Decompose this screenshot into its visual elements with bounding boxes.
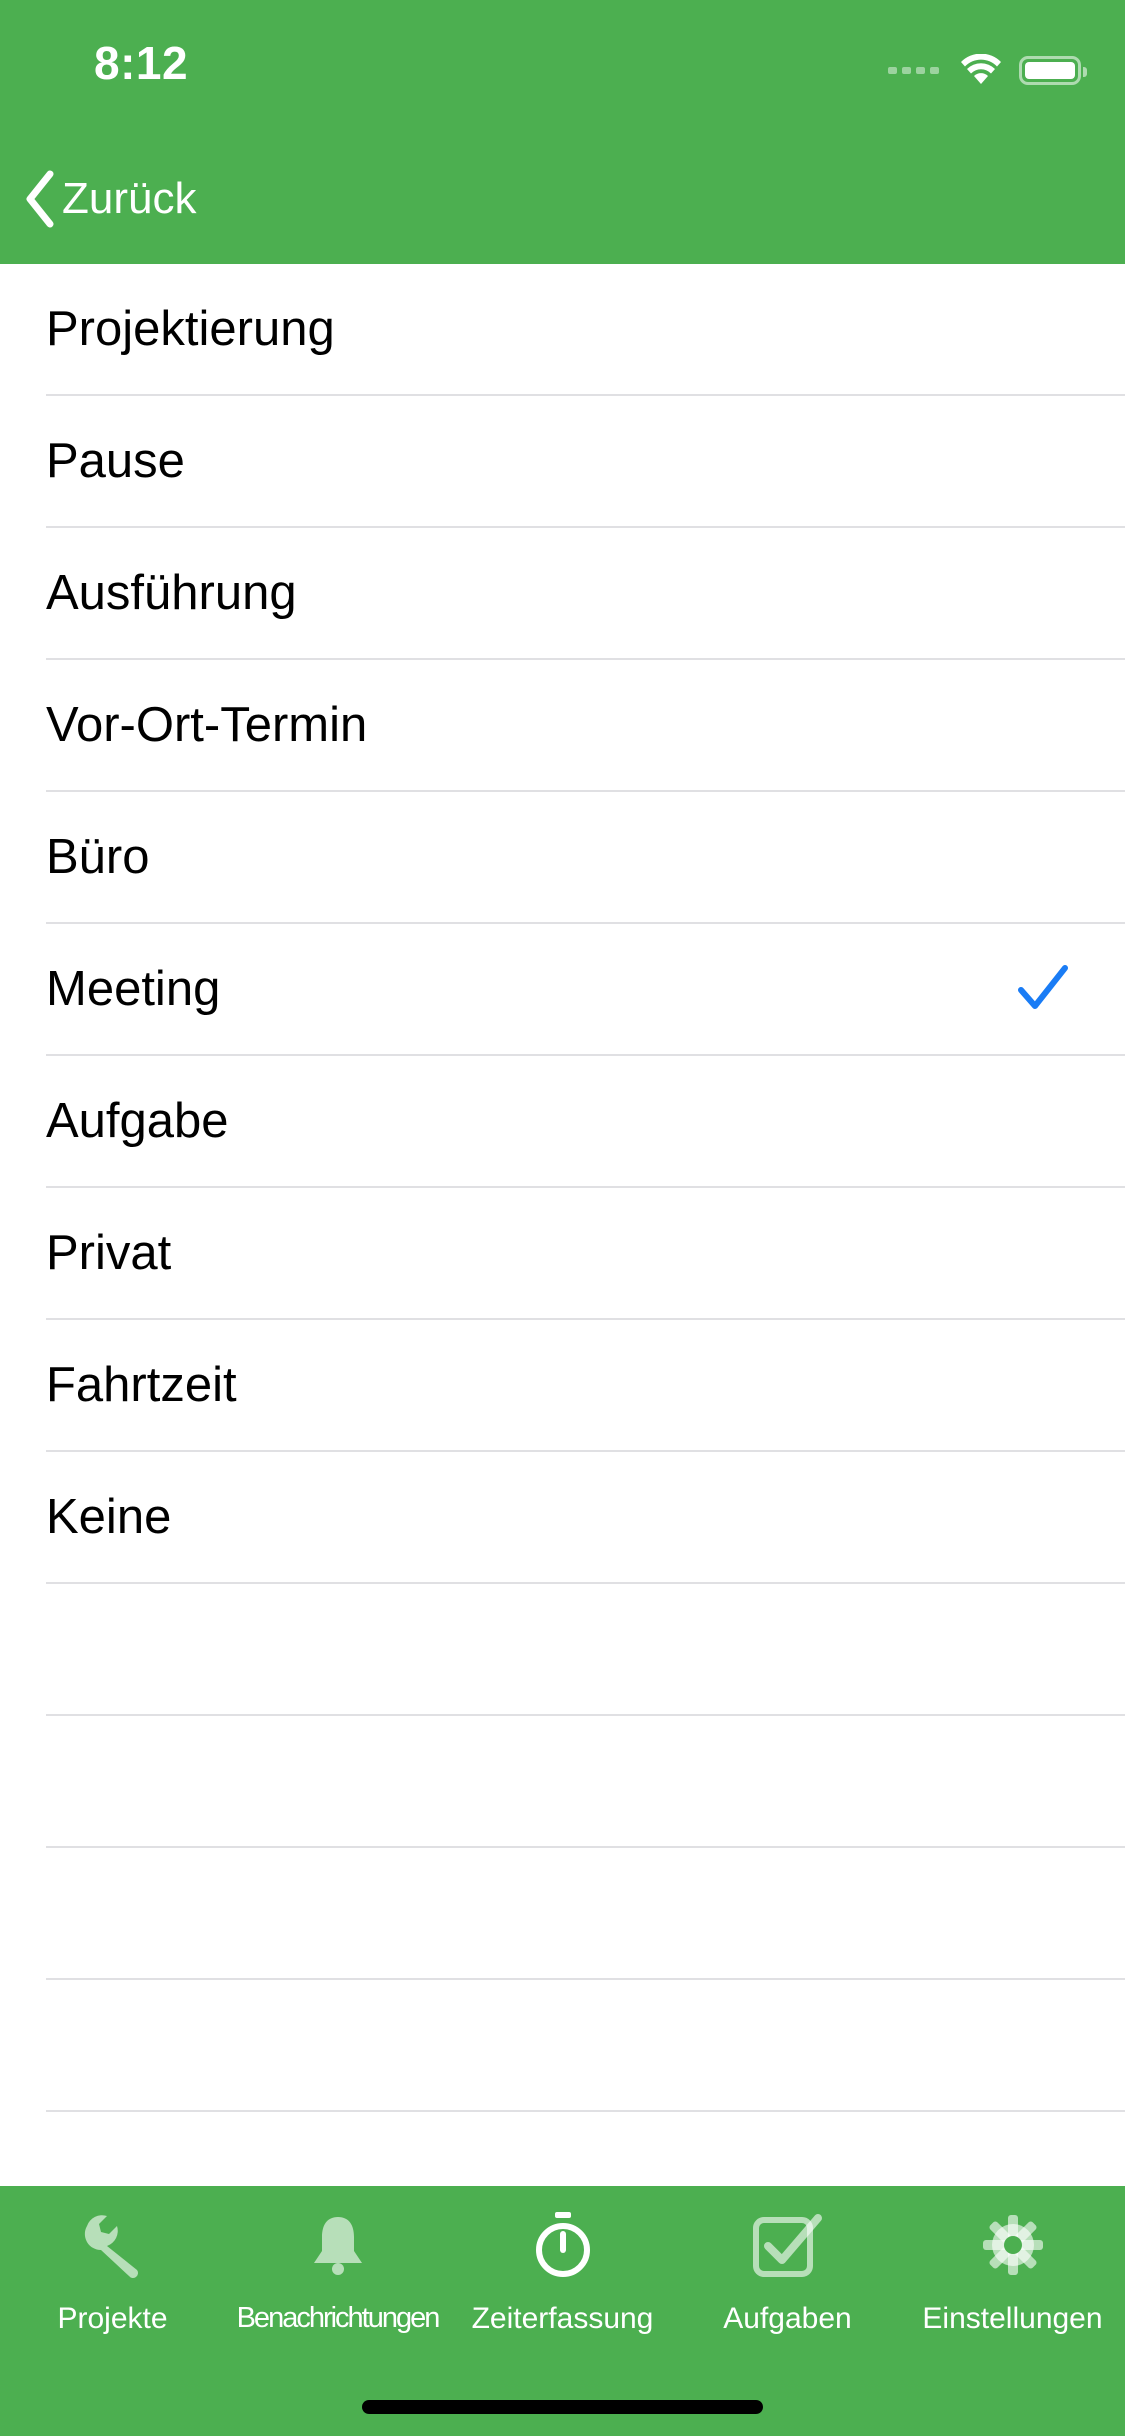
back-button-label: Zurück: [62, 174, 197, 223]
tab-label: Benachrichtungen: [236, 2302, 441, 2334]
list-item-meeting[interactable]: Meeting: [46, 924, 1125, 1056]
back-button[interactable]: Zurück: [24, 166, 196, 232]
list-item-buero[interactable]: Büro: [46, 792, 1125, 924]
empty-row: [46, 1584, 1125, 1716]
empty-row: [46, 1716, 1125, 1848]
tab-benachrichtungen[interactable]: Benachrichtungen: [225, 2210, 450, 2350]
navigation-header: 8:12 Zurück: [0, 0, 1125, 264]
list-item-label: Fahrtzeit: [46, 1358, 237, 1412]
tab-aufgaben[interactable]: Aufgaben: [675, 2210, 900, 2350]
empty-row: [46, 1848, 1125, 1980]
chevron-left-icon: [26, 170, 54, 228]
tab-label: Zeiterfassung: [471, 2302, 654, 2335]
list-item-label: Privat: [46, 1226, 172, 1280]
gear-icon: [981, 2210, 1045, 2280]
tab-label: Einstellungen: [922, 2302, 1103, 2335]
list-item-privat[interactable]: Privat: [46, 1188, 1125, 1320]
cellular-signal-icon: [888, 66, 939, 74]
tab-bar: Projekte Benachrichtungen Zeiterfassung: [0, 2186, 1125, 2436]
battery-icon: [1019, 55, 1087, 85]
home-indicator: [362, 2400, 763, 2414]
list-item-aufgabe[interactable]: Aufgabe: [46, 1056, 1125, 1188]
empty-row: [46, 1980, 1125, 2112]
screen: 8:12 Zurück Projektierung Pause Ausführu…: [0, 0, 1125, 2436]
tab-label: Projekte: [57, 2302, 168, 2335]
list-item-label: Ausführung: [46, 566, 297, 620]
status-time: 8:12: [94, 37, 189, 89]
wifi-icon: [961, 54, 1001, 84]
tab-label: Aufgaben: [723, 2302, 852, 2335]
list-item-fahrtzeit[interactable]: Fahrtzeit: [46, 1320, 1125, 1452]
tab-projekte[interactable]: Projekte: [0, 2210, 225, 2350]
bell-icon: [310, 2210, 366, 2280]
list-item-pause[interactable]: Pause: [46, 396, 1125, 528]
list-item-label: Keine: [46, 1490, 172, 1544]
status-icons: [888, 50, 1087, 90]
list-item-label: Meeting: [46, 962, 221, 1016]
list-item-label: Büro: [46, 830, 150, 884]
list-item-label: Pause: [46, 434, 185, 488]
list-item-projektierung[interactable]: Projektierung: [46, 264, 1125, 396]
checkmark-icon: [1018, 965, 1068, 1009]
list-item-label: Projektierung: [46, 302, 335, 356]
category-list: Projektierung Pause Ausführung Vor-Ort-T…: [0, 264, 1125, 2112]
tab-einstellungen[interactable]: Einstellungen: [900, 2210, 1125, 2350]
tab-zeiterfassung[interactable]: Zeiterfassung: [450, 2210, 675, 2350]
stopwatch-icon: [531, 2210, 595, 2280]
wrench-icon: [77, 2210, 149, 2280]
list-item-ausfuehrung[interactable]: Ausführung: [46, 528, 1125, 660]
list-item-label: Vor-Ort-Termin: [46, 698, 368, 752]
checkbox-icon: [752, 2210, 824, 2280]
list-item-label: Aufgabe: [46, 1094, 229, 1148]
list-item-vor-ort-termin[interactable]: Vor-Ort-Termin: [46, 660, 1125, 792]
list-item-keine[interactable]: Keine: [46, 1452, 1125, 1584]
